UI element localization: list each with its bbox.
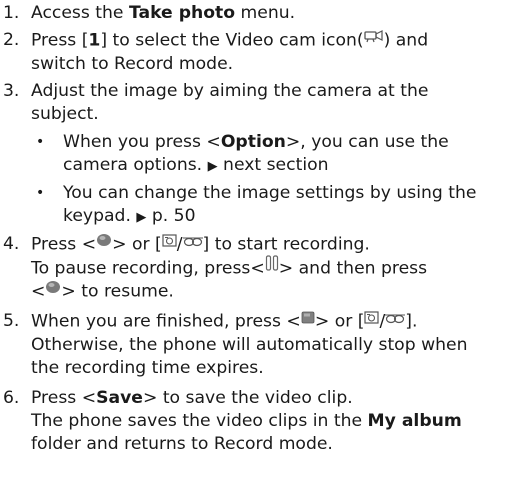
bullet-text: keypad. ▶ p. 50	[63, 206, 196, 226]
bullet-dot: •	[36, 134, 45, 150]
step-number: 1.	[3, 3, 20, 23]
step-text: switch to Record mode.	[31, 53, 234, 74]
video-loop-icon	[385, 308, 406, 331]
step-number: 6.	[3, 388, 20, 408]
pause-icon	[265, 254, 279, 278]
softkey-label: Save	[96, 388, 143, 408]
step-number: 3.	[3, 81, 20, 101]
center-key-icon	[96, 231, 112, 254]
step-text: folder and returns to Record mode.	[31, 434, 333, 454]
softkey-label: Option	[220, 132, 286, 152]
manual-page: 1. Access the Take photo menu. 2. Press …	[0, 0, 526, 480]
menu-name: Take photo	[128, 3, 236, 23]
video-cam-icon	[363, 27, 384, 50]
step-text: the recording time expires.	[31, 357, 264, 378]
video-loop-icon	[182, 231, 203, 254]
center-key-icon	[45, 278, 61, 301]
step-number: 2.	[3, 30, 20, 50]
step-text: Access the Take photo menu.	[31, 3, 296, 23]
arrow-right-icon: ▶	[136, 210, 147, 225]
bullet-dot: •	[36, 185, 45, 201]
step-number: 5.	[3, 311, 20, 331]
stop-icon	[301, 308, 315, 331]
folder-name: My album	[367, 411, 462, 431]
step-number: 4.	[3, 234, 20, 254]
step-text: subject.	[31, 104, 99, 124]
step-text: Otherwise, the phone will automatically …	[31, 334, 468, 355]
step-text: To pause recording, press< > and then pre…	[31, 254, 520, 281]
step-text: < > to resume.	[31, 280, 520, 304]
camera-key-icon	[162, 231, 177, 254]
step-text: Press [1] to select the Video cam icon()…	[31, 29, 520, 53]
step-text: Adjust the image by aiming the camera at…	[31, 81, 429, 101]
step-text: When you are finished, press < > or [/].	[31, 310, 520, 334]
arrow-right-icon: ▶	[207, 159, 218, 174]
bullet-text: You can change the image settings by usi…	[63, 183, 477, 203]
step-text: The phone saves the video clips in the M…	[31, 411, 462, 431]
bullet-text: camera options. ▶ next section	[63, 155, 329, 175]
key-label: 1	[88, 30, 101, 51]
camera-key-icon	[364, 308, 380, 331]
bullet-text: When you press <Option>, you can use the	[63, 132, 449, 152]
step-text: Press <Save> to save the video clip.	[31, 388, 353, 408]
step-text: Press < > or [/] to start recording.	[31, 233, 520, 257]
